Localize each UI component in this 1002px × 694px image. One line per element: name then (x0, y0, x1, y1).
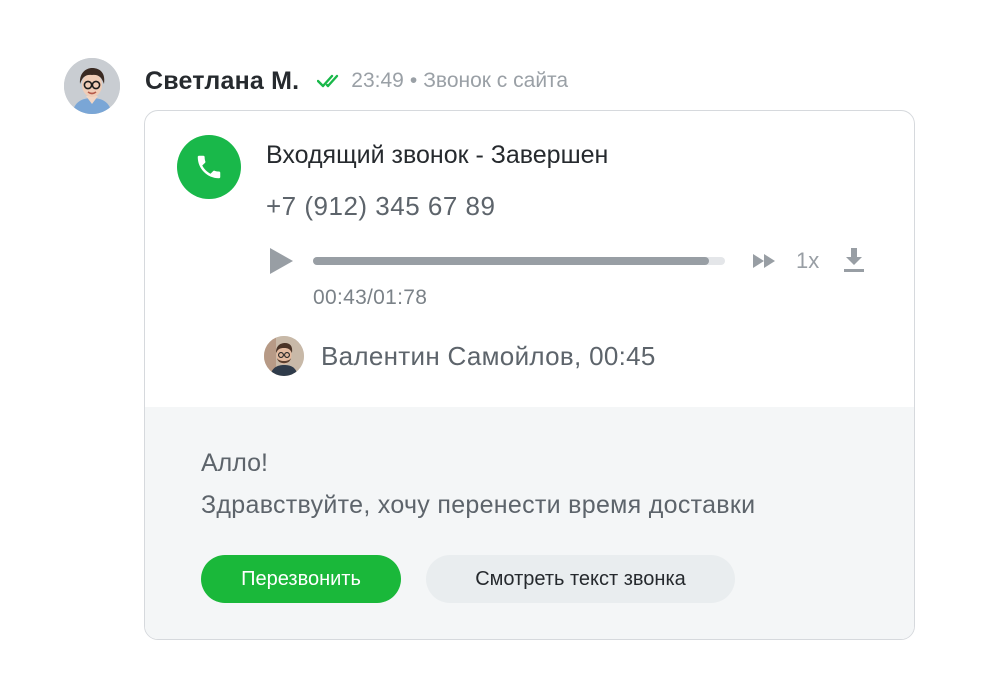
transcript-line: Здравствуйте, хочу перенести время доста… (201, 491, 756, 519)
playback-speed[interactable]: 1x (796, 248, 819, 274)
double-check-icon (317, 73, 345, 89)
sender-avatar (64, 58, 120, 114)
message-time: 23:49 (351, 69, 404, 92)
callback-button[interactable]: Перезвонить (201, 555, 401, 603)
call-title: Входящий звонок - Завершен (266, 141, 609, 169)
message-source: Звонок с сайта (423, 69, 569, 92)
operator-info: Валентин Самойлов, 00:45 (321, 341, 656, 371)
call-card: Входящий звонок - Завершен +7 (912) 345 … (144, 110, 915, 640)
transcript-panel: Алло! Здравствуйте, хочу перенести время… (145, 407, 914, 639)
meta-separator: • (409, 69, 418, 92)
fast-forward-icon[interactable] (752, 251, 778, 271)
audio-progress-bar[interactable] (313, 257, 725, 265)
view-call-text-button[interactable]: Смотреть текст звонка (426, 555, 735, 603)
message-meta: 23:49 • Звонок с сайта (351, 69, 568, 93)
phone-icon (177, 135, 241, 199)
audio-time: 00:43/01:78 (313, 286, 428, 309)
message-header: Светлана М. 23:49 • Звонок с сайта (145, 64, 568, 98)
call-phone-number: +7 (912) 345 67 89 (266, 191, 496, 221)
download-icon[interactable] (843, 247, 865, 273)
transcript-line: Алло! (201, 449, 268, 477)
sender-name: Светлана М. (145, 66, 300, 95)
operator-avatar (264, 336, 304, 376)
play-icon[interactable] (267, 246, 295, 276)
audio-progress-fill (313, 257, 709, 265)
